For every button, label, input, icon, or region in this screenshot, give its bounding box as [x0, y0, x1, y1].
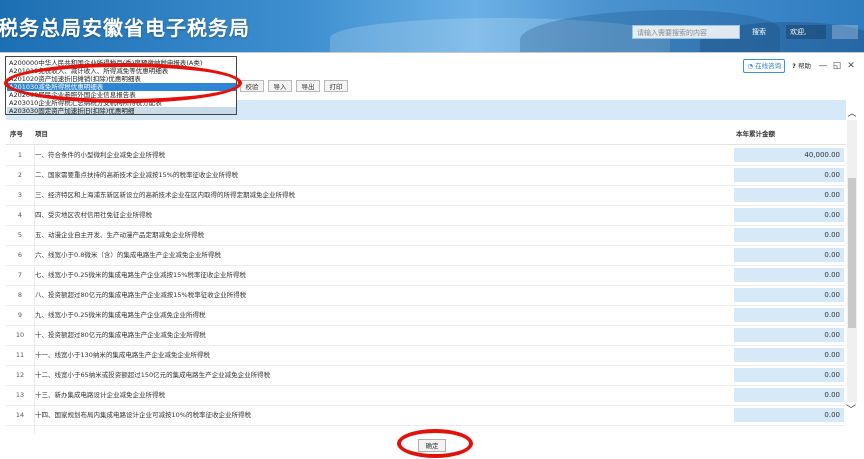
row-item-name: 四、受灾地区农村信用社免征企业所得税: [35, 211, 152, 219]
row-number: 8: [17, 291, 23, 299]
relief-table: 序号 项目 本年累计金额 1 一、符合条件的小型微利企业减免企业所得税 40,000…: [6, 124, 846, 434]
table-row: 4 四、受灾地区农村信用社免征企业所得税 0.00: [6, 205, 846, 226]
row-item-name: 八、投资额超过80亿元的集成电路生产企业减按15%税率征收企业所得税: [35, 291, 247, 299]
row-number: 2: [17, 171, 23, 179]
amount-input[interactable]: 0.00: [734, 308, 844, 322]
annotation-circle: [4, 63, 242, 103]
table-row: 9 九、线宽小于0.25微米的集成电路生产企业减免企业所得税 0.00: [6, 305, 846, 326]
table-row: 3 三、经济特区和上海浦东新区新设立的高新技术企业在区内取得的所得定期减免企业所得…: [6, 185, 846, 206]
table-row: 13 十三、新办集成电路设计企业减免企业所得税 0.00: [6, 385, 846, 406]
minimize-icon[interactable]: —: [818, 60, 828, 72]
amount-input[interactable]: 0.00: [734, 368, 844, 382]
header-amount: 本年累计金额: [736, 130, 775, 138]
amount-input[interactable]: 40,000.00: [734, 148, 844, 162]
table-row: 1 一、符合条件的小型微利企业减免企业所得税 40,000.00: [6, 145, 846, 166]
search-button[interactable]: 搜索: [745, 25, 773, 39]
amount-input[interactable]: 0.00: [734, 388, 844, 402]
table-row: 8 八、投资额超过80亿元的集成电路生产企业减按15%税率征收企业所得税 0.00: [6, 285, 846, 306]
row-item-name: 一、符合条件的小型微利企业减免企业所得税: [35, 151, 165, 159]
table-row: 2 二、国家需要重点扶持的高新技术企业减按15%的税率征收企业所得税 0.00: [6, 165, 846, 186]
validate-button[interactable]: 校验: [240, 80, 264, 92]
row-number: 1: [17, 151, 23, 159]
dropdown-option-hover[interactable]: A203030固定资产加速折旧(扣除)优惠明细: [7, 107, 236, 114]
help-label: 帮助: [798, 62, 811, 70]
annotation-circle: [397, 429, 473, 458]
restore-icon[interactable]: ◱: [832, 60, 842, 72]
table-header: 序号 项目 本年累计金额: [6, 124, 846, 145]
amount-input[interactable]: 0.00: [734, 348, 844, 362]
amount-input[interactable]: 0.00: [734, 268, 844, 282]
chevron-down-icon[interactable]: ﹀: [845, 405, 857, 417]
online-consult-label: 在线咨询: [755, 62, 782, 70]
report-dialog: 校验 导入 导出 打印 ◔ 在线咨询 ? 帮助 — ◱ ✕ A200000中华人…: [0, 52, 864, 459]
row-item-name: 十一、线宽小于130纳米的集成电路生产企业减免企业所得税: [35, 351, 210, 359]
help-button[interactable]: ? 帮助: [789, 60, 814, 72]
row-number: 13: [15, 391, 25, 399]
amount-input[interactable]: 0.00: [734, 408, 844, 422]
row-number: 3: [17, 191, 23, 199]
welcome-text: 欢迎,: [786, 25, 826, 39]
row-number: 11: [15, 351, 25, 359]
row-number: 12: [15, 371, 25, 379]
row-item-name: 二、国家需要重点扶持的高新技术企业减按15%的税率征收企业所得税: [35, 171, 238, 179]
row-item-name: 六、线宽小于0.8微米（含）的集成电路生产企业减免企业所得税: [35, 251, 221, 259]
row-number: 14: [15, 411, 25, 419]
table-row: 12 十二、线宽小于65纳米或投资额超过150亿元的集成电路生产企业减免企业所得税…: [6, 365, 846, 386]
table-row: 5 五、动漫企业自主开发、生产动漫产品定期减免企业所得税 0.00: [6, 225, 846, 246]
row-number: 4: [17, 211, 23, 219]
table-row: 14 十四、国家规划布局内集成电路设计企业可减按10%的税率征收企业所得税 0.00: [6, 405, 846, 426]
header-user-menu[interactable]: [832, 25, 858, 39]
amount-input[interactable]: 0.00: [734, 228, 844, 242]
site-title: 税务总局安徽省电子税务局: [0, 16, 250, 40]
search-input[interactable]: 请输入需要搜索的内容: [632, 25, 740, 39]
amount-input[interactable]: 0.00: [734, 288, 844, 302]
table-row: 11 十一、线宽小于130纳米的集成电路生产企业减免企业所得税 0.00: [6, 345, 846, 366]
row-number: 10: [15, 331, 25, 339]
amount-input[interactable]: 0.00: [734, 168, 844, 182]
table-row: 10 十、投资额超过80亿元的集成电路生产企业减免企业所得税 0.00: [6, 325, 846, 346]
table-row: 7 七、线宽小于0.25微米的集成电路生产企业减按15%税率征收企业所得税 0.00: [6, 265, 846, 286]
row-number: 5: [17, 231, 23, 239]
table-row: 6 六、线宽小于0.8微米（含）的集成电路生产企业减免企业所得税 0.00: [6, 245, 846, 266]
row-item-name: 三、经济特区和上海浦东新区新设立的高新技术企业在区内取得的所得定期减免企业所得税: [35, 191, 295, 199]
row-item-name: 十三、新办集成电路设计企业减免企业所得税: [35, 391, 165, 399]
export-button[interactable]: 导出: [296, 80, 320, 92]
header-no: 序号: [10, 130, 23, 138]
row-item-name: 十、投资额超过80亿元的集成电路生产企业减免企业所得税: [35, 331, 206, 339]
scrollbar-thumb[interactable]: [848, 178, 856, 328]
site-header: 税务总局安徽省电子税务局 请输入需要搜索的内容 搜索 欢迎,: [0, 0, 864, 52]
window-tools: ◔ 在线咨询 ? 帮助 — ◱ ✕: [743, 59, 856, 73]
row-item-name: 五、动漫企业自主开发、生产动漫产品定期减免企业所得税: [35, 231, 204, 239]
chevron-up-icon[interactable]: ︿: [847, 109, 857, 119]
amount-input[interactable]: 0.00: [734, 328, 844, 342]
row-item-name: 十四、国家规划布局内集成电路设计企业可减按10%的税率征收企业所得税: [35, 411, 251, 419]
print-button[interactable]: 打印: [324, 80, 348, 92]
amount-input[interactable]: 0.00: [734, 188, 844, 202]
row-item-name: 七、线宽小于0.25微米的集成电路生产企业减按15%税率征收企业所得税: [35, 271, 246, 279]
import-button[interactable]: 导入: [268, 80, 292, 92]
close-icon[interactable]: ✕: [846, 60, 856, 72]
row-item-name: 九、线宽小于0.25微米的集成电路生产企业减免企业所得税: [35, 311, 206, 319]
header-item: 项目: [35, 130, 48, 138]
amount-input[interactable]: 0.00: [734, 208, 844, 222]
chat-icon: ◔: [747, 62, 754, 70]
row-number: 9: [17, 311, 23, 319]
row-number: 7: [17, 271, 23, 279]
amount-input[interactable]: 0.00: [734, 248, 844, 262]
row-item-name: 十二、线宽小于65纳米或投资额超过150亿元的集成电路生产企业减免企业所得税: [35, 371, 271, 379]
row-number: 6: [17, 251, 23, 259]
question-icon: ?: [792, 62, 796, 70]
online-consult-button[interactable]: ◔ 在线咨询: [743, 59, 786, 73]
